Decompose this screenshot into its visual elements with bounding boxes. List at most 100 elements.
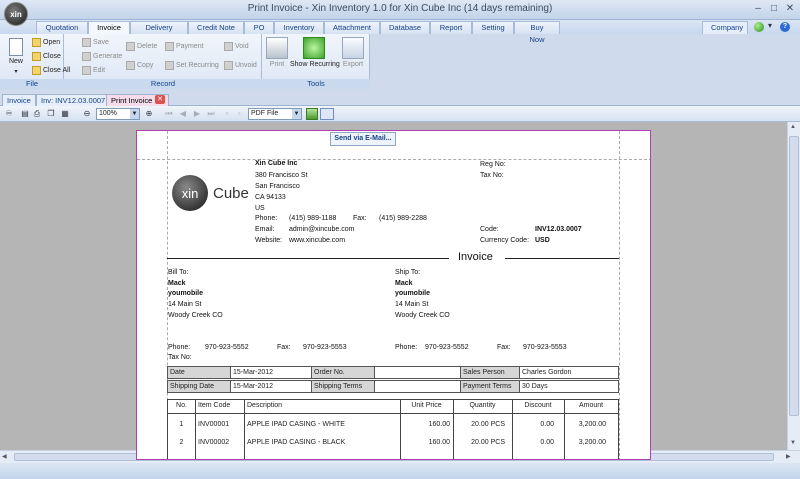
- ship-fax: 970-923-5553: [523, 344, 567, 351]
- set-recurring-button[interactable]: Set Recurring: [165, 60, 219, 72]
- grid-icon[interactable]: ▦: [60, 109, 70, 119]
- payment-button[interactable]: Payment: [165, 41, 204, 53]
- payment-icon: [165, 41, 174, 51]
- next-page-icon[interactable]: ▶: [192, 109, 202, 119]
- open-label: Open: [43, 39, 61, 46]
- code-label: Code:: [480, 226, 499, 233]
- page-nav-icon[interactable]: ▫: [222, 109, 232, 119]
- bill-to-name: Mack: [168, 280, 186, 287]
- tab-database[interactable]: Database: [380, 21, 430, 34]
- invoice-heading: Invoice: [458, 251, 493, 263]
- ship-to-city: Woody Creek CO: [395, 312, 450, 319]
- open-button[interactable]: Open: [32, 37, 60, 49]
- export-format-select[interactable]: PDF File ▼: [248, 108, 302, 120]
- export-button[interactable]: Export: [342, 37, 364, 71]
- shipping-terms-label: Shipping Terms: [311, 380, 375, 393]
- globe-icon[interactable]: [754, 22, 764, 32]
- delete-button[interactable]: Delete: [126, 41, 157, 53]
- scroll-thumb[interactable]: [789, 136, 799, 416]
- binoculars-icon[interactable]: ♾: [4, 109, 14, 119]
- zoom-select[interactable]: 100% ▼: [96, 108, 140, 120]
- tab-inventory[interactable]: Inventory: [274, 21, 324, 34]
- items-table: No. Item Code Description Unit Price Qua…: [167, 399, 619, 459]
- item-quantity: 20.00 PCS: [471, 439, 505, 446]
- app-logo-icon[interactable]: xin: [4, 2, 28, 26]
- email-icon[interactable]: [320, 108, 334, 120]
- page-nav-icon-2[interactable]: ▫: [234, 109, 244, 119]
- bill-fax-label: Fax:: [277, 344, 291, 351]
- tab-delivery-note[interactable]: Delivery Note: [130, 21, 188, 44]
- payment-label: Payment: [176, 43, 204, 50]
- export-label: Export: [342, 61, 364, 68]
- dropdown-arrow-icon[interactable]: ▾: [768, 21, 772, 30]
- col-header-no: No.: [176, 402, 187, 409]
- tools-group: Print Show Recurring Export Tools: [262, 34, 370, 89]
- company-button[interactable]: Company: [702, 21, 748, 34]
- zoom-out-icon[interactable]: ⊖: [82, 109, 92, 119]
- set-recurring-label: Set Recurring: [176, 62, 219, 69]
- close-button[interactable]: ✕: [782, 2, 798, 16]
- print-icon[interactable]: ⎙: [32, 109, 42, 119]
- col-divider: [564, 400, 565, 459]
- doc-tab-invoice[interactable]: Invoice: [2, 94, 36, 106]
- scroll-up-icon[interactable]: ▲: [790, 124, 796, 130]
- item-description: APPLE IPAD CASING - WHITE: [247, 421, 345, 428]
- record-group: Save Generate Edit Delete Copy Payment S…: [64, 34, 262, 89]
- email-label: Email:: [255, 226, 275, 233]
- copy-button[interactable]: Copy: [126, 60, 153, 72]
- chevron-down-icon: ▼: [130, 109, 139, 119]
- save-button[interactable]: Save: [82, 37, 109, 49]
- item-description: APPLE IPAD CASING - BLACK: [247, 439, 346, 446]
- show-recurring-button[interactable]: Show Recurring: [290, 37, 340, 71]
- close-folder-icon: [32, 51, 41, 61]
- tab-po[interactable]: PO: [244, 21, 274, 34]
- status-bar: [0, 463, 800, 479]
- tab-report[interactable]: Report: [430, 21, 472, 34]
- item-unit-price: 160.00: [428, 439, 450, 446]
- unvoid-button[interactable]: Unvoid: [224, 60, 257, 72]
- generate-button[interactable]: Generate: [82, 51, 122, 63]
- scroll-left-icon[interactable]: ◀: [2, 453, 7, 460]
- tab-quotation[interactable]: Quotation: [36, 21, 88, 34]
- page-setup-icon[interactable]: ▤: [20, 109, 30, 119]
- item-code: INV00002: [198, 439, 230, 446]
- help-icon[interactable]: ?: [780, 22, 790, 32]
- tab-attachment[interactable]: Attachment: [324, 21, 380, 34]
- tab-invoice[interactable]: Invoice: [88, 21, 130, 35]
- tax-no-label: Tax No:: [480, 172, 504, 179]
- first-page-icon[interactable]: ⏮: [164, 109, 174, 119]
- printer-icon: [266, 37, 288, 59]
- col-header-item-code: Item Code: [198, 402, 231, 409]
- close-tab-icon[interactable]: ✕: [155, 95, 165, 104]
- prev-page-icon[interactable]: ◀: [178, 109, 188, 119]
- unvoid-icon: [224, 60, 233, 70]
- send-email-tooltip: Send via E-Mail...: [330, 132, 396, 146]
- minimize-button[interactable]: –: [750, 2, 766, 16]
- copy-page-icon[interactable]: ❐: [46, 109, 56, 119]
- vertical-scrollbar[interactable]: ▲ ▼: [787, 122, 800, 450]
- doc-tab-print-invoice-label: Print Invoice: [111, 96, 153, 105]
- item-amount: 3,200.00: [578, 439, 606, 446]
- maximize-button[interactable]: □: [766, 2, 782, 16]
- payment-terms-label: Payment Terms: [460, 380, 520, 393]
- scroll-down-icon[interactable]: ▼: [790, 440, 796, 446]
- scroll-right-icon[interactable]: ▶: [786, 453, 791, 460]
- print-button[interactable]: Print: [266, 37, 288, 71]
- doc-tab-inv-record[interactable]: Inv: INV12.03.0007: [36, 94, 111, 106]
- col-header-discount: Discount: [524, 402, 552, 409]
- close-doc-button[interactable]: Close: [32, 51, 61, 63]
- void-button[interactable]: Void: [224, 41, 249, 53]
- export-file-icon[interactable]: [306, 108, 318, 120]
- zoom-in-icon[interactable]: ⊕: [144, 109, 154, 119]
- tab-credit-note[interactable]: Credit Note: [188, 21, 244, 34]
- new-button[interactable]: New ▾: [6, 38, 26, 75]
- ship-to-org: youmobile: [395, 290, 431, 297]
- last-page-icon[interactable]: ⏭: [206, 109, 216, 119]
- heading-rule-left: [167, 258, 449, 259]
- edit-button[interactable]: Edit: [82, 65, 105, 77]
- file-group-label: File: [0, 79, 64, 89]
- shipping-terms-value: [374, 380, 461, 393]
- tab-buy-now[interactable]: Buy Now: [514, 21, 560, 44]
- tab-setting[interactable]: Setting: [472, 21, 514, 34]
- bill-tax-no-label: Tax No:: [168, 354, 192, 361]
